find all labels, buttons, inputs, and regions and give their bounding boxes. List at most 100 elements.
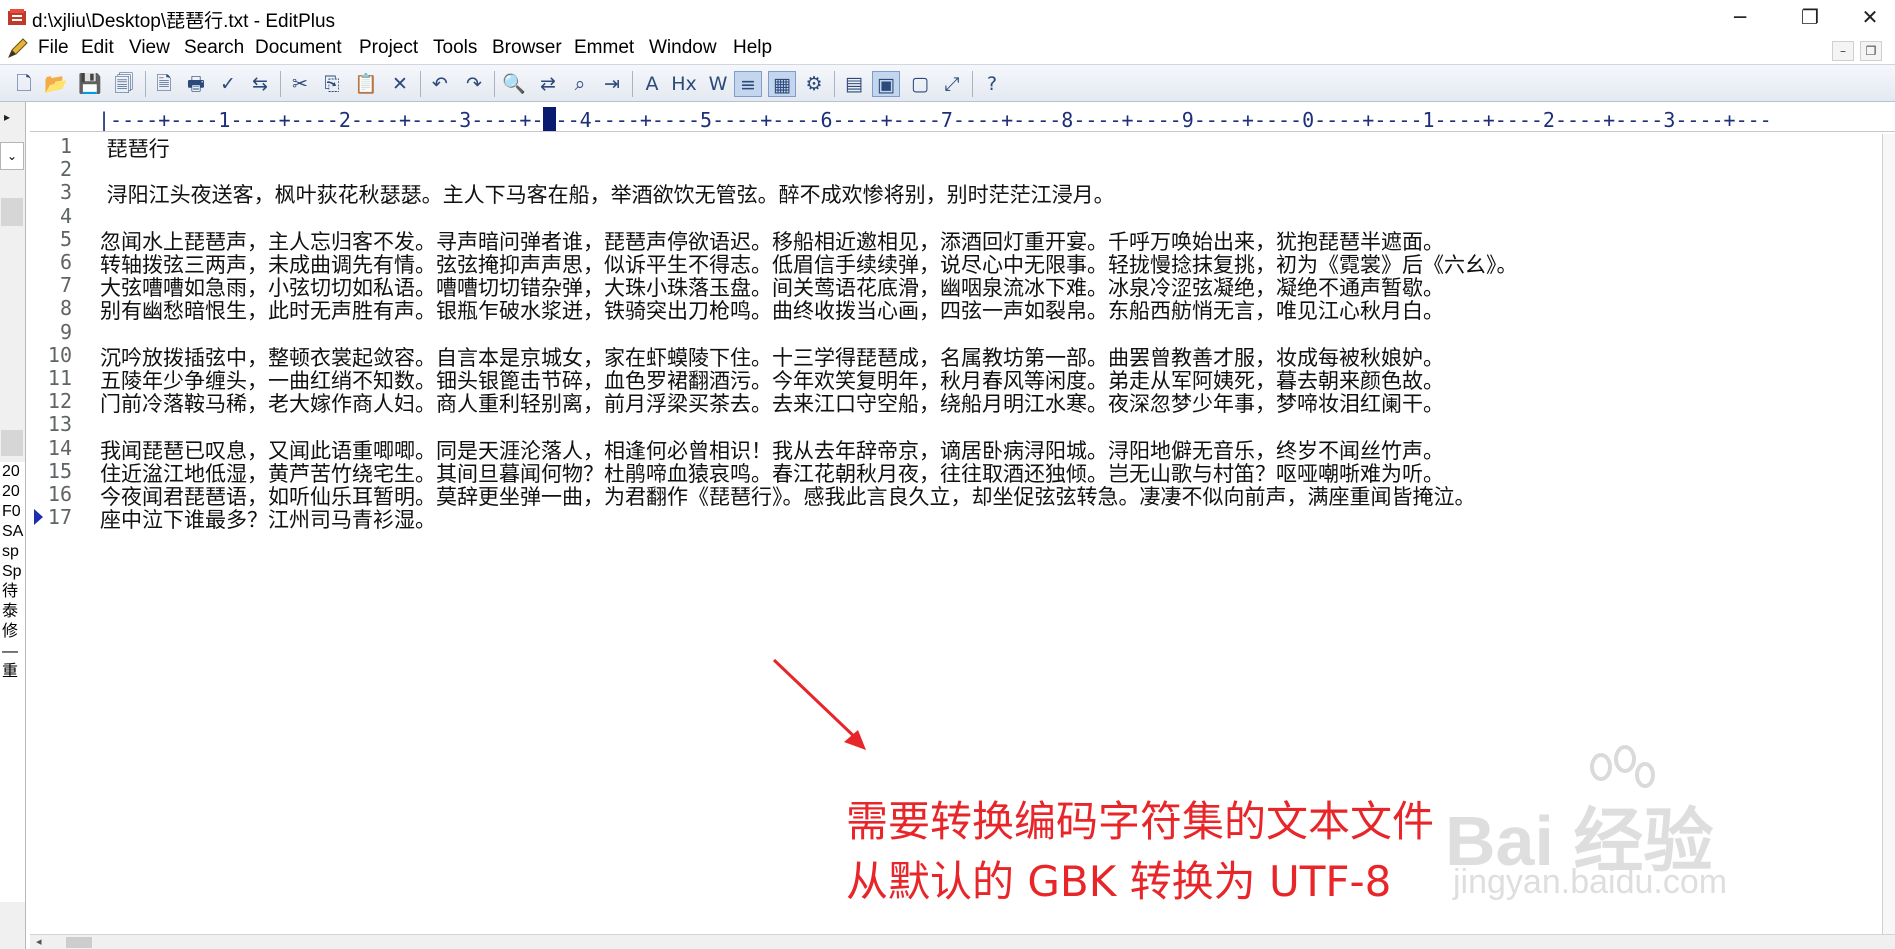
line-number: 10 (47, 342, 72, 367)
menu-project[interactable]: Project (359, 37, 418, 59)
toolbar-separator (280, 71, 281, 97)
line-number-icon[interactable]: ≡ (734, 71, 762, 97)
toolbar-separator (632, 71, 633, 97)
toolbar-separator (494, 71, 495, 97)
menu-file[interactable]: File (38, 37, 69, 59)
output-window-icon[interactable]: ▢ (906, 71, 934, 97)
menu-view[interactable]: View (129, 37, 170, 59)
file-list-item[interactable]: 泰 (0, 602, 25, 622)
find-icon[interactable]: 🔍 (500, 71, 528, 97)
menu-help[interactable]: Help (733, 37, 772, 59)
paste-icon[interactable]: 📋 (352, 71, 380, 97)
new-file-icon[interactable]: 🗋 (10, 71, 38, 97)
preferences-icon[interactable]: ⚙ (800, 71, 828, 97)
mdi-minimize-button[interactable]: – (1832, 41, 1854, 61)
maximize-button[interactable]: ❐ (1780, 0, 1840, 34)
save-icon[interactable]: 💾 (76, 71, 104, 97)
fullscreen-icon[interactable]: ⤢ (938, 71, 966, 97)
horizontal-scrollbar[interactable]: ◂ (30, 934, 1895, 949)
watermark-url: jingyan.baidu.com (1453, 863, 1728, 901)
file-list-item[interactable]: F0 (0, 502, 25, 522)
file-list-item[interactable]: 20 (0, 482, 25, 502)
column-ruler: |----+----1----+----2----+----3----+----… (30, 104, 1895, 132)
title-bar: d:\xjliu\Desktop\琵琶行.txt - EditPlus ─ ❐ … (0, 0, 1895, 34)
copy-icon[interactable]: ⎘ (318, 71, 346, 97)
mdi-restore-button[interactable]: ❐ (1860, 41, 1882, 61)
print-icon[interactable]: 🖶 (182, 71, 210, 97)
line-number: 9 (59, 319, 72, 344)
redo-icon[interactable]: ↷ (460, 71, 488, 97)
goto-line-icon[interactable]: ⇥ (598, 71, 626, 97)
expand-arrow-icon[interactable]: ▸ (4, 110, 10, 124)
close-button[interactable]: ✕ (1840, 0, 1895, 34)
ruler-icon[interactable]: ▦ (768, 71, 796, 97)
line-number: 16 (47, 482, 72, 506)
line-number: 3 (59, 180, 72, 205)
file-list-item[interactable]: — (0, 642, 25, 662)
hex-view-icon[interactable]: Hx (670, 71, 698, 97)
replace-icon[interactable]: ⇄ (534, 71, 562, 97)
line-number: 11 (47, 366, 72, 390)
text-line[interactable]: 琵琶行 (100, 133, 170, 163)
annotation-line-2: 从默认的 GBK 转换为 UTF-8 (846, 857, 1392, 906)
find-in-files-icon[interactable]: ⌕ (566, 71, 594, 97)
panel-scroll-thumb-lower[interactable] (1, 430, 23, 456)
save-all-icon[interactable]: 🗐 (110, 71, 138, 97)
spell-check-icon[interactable]: ✓ (214, 71, 242, 97)
directory-panel: ▸ ⌄ 20 20 F0 SA sp Sp 待 泰 修 — 重 (0, 102, 26, 949)
toolbar-separator (145, 71, 146, 97)
browser-view-icon[interactable]: ⇆ (246, 71, 274, 97)
text-line[interactable]: 别有幽愁暗恨生，此时无声胜有声。银瓶乍破水浆迸，铁骑突出刀枪鸣。曲终收拨当心画，… (100, 295, 1444, 325)
window-title: d:\xjliu\Desktop\琵琶行.txt - EditPlus (32, 11, 336, 32)
panel-scroll-thumb[interactable] (1, 198, 23, 226)
line-number: 4 (59, 203, 72, 228)
text-line[interactable]: 座中泣下谁最多？江州司马青衫湿。 (100, 504, 436, 534)
horizontal-scroll-thumb[interactable] (66, 937, 92, 948)
cut-icon[interactable]: ✂ (286, 71, 314, 97)
scroll-left-arrow-icon[interactable]: ◂ (36, 935, 42, 948)
file-list-item[interactable]: 20 (0, 462, 25, 482)
line-number: 7 (59, 273, 72, 298)
drive-dropdown[interactable]: ⌄ (0, 142, 24, 170)
annotation-arrow (772, 658, 866, 750)
menu-emmet[interactable]: Emmet (574, 37, 634, 59)
file-list-item[interactable]: Sp (0, 562, 25, 582)
line-number: 5 (59, 226, 72, 251)
file-list-item[interactable]: 重 (0, 662, 25, 682)
help-icon[interactable]: ? (978, 71, 1006, 97)
open-file-icon[interactable]: 📂 (42, 71, 70, 97)
menu-edit[interactable]: Edit (81, 37, 114, 59)
editplus-app-icon (8, 9, 26, 25)
line-number: 15 (47, 458, 72, 483)
text-line[interactable]: 门前冷落鞍马稀，老大嫁作商人妇。商人重利轻别离，前月浮梁买茶去。去来江口守空船，… (100, 388, 1444, 418)
file-list-item[interactable]: 待 (0, 582, 25, 602)
undo-icon[interactable]: ↶ (426, 71, 454, 97)
menu-window[interactable]: Window (649, 37, 717, 59)
file-list-item[interactable]: 修 (0, 622, 25, 642)
menu-document[interactable]: Document (255, 37, 342, 59)
print-preview-icon[interactable]: 🗎 (150, 71, 178, 97)
cliptext-window-icon[interactable]: ▣ (872, 71, 900, 97)
file-list: 20 20 F0 SA sp Sp 待 泰 修 — 重 (0, 462, 25, 902)
line-number: 1 (59, 134, 72, 158)
line-number: 13 (47, 412, 72, 437)
word-wrap-icon[interactable]: W (704, 71, 732, 97)
directory-window-icon[interactable]: ▤ (840, 71, 868, 97)
toolbar-separator (834, 71, 835, 97)
line-number: 6 (59, 250, 72, 274)
delete-icon[interactable]: ✕ (386, 71, 414, 97)
menu-search[interactable]: Search (184, 37, 244, 59)
baidu-watermark: Bai 经验 jingyan.baidu.com (1445, 745, 1885, 915)
text-line[interactable]: 浔阳江头夜送客，枫叶荻花秋瑟瑟。主人下马客在船，举酒欲饮无管弦。醉不成欢惨将别，… (100, 179, 1115, 209)
ruler-cursor-marker (543, 107, 556, 131)
file-list-item[interactable]: sp (0, 542, 25, 562)
minimize-button[interactable]: ─ (1710, 0, 1770, 34)
menu-tools[interactable]: Tools (433, 37, 477, 59)
line-number: 8 (59, 296, 72, 321)
annotation-line-1: 需要转换编码字符集的文本文件 (846, 797, 1435, 846)
line-number: 17 (47, 505, 72, 530)
file-list-item[interactable]: SA (0, 522, 25, 542)
menu-browser[interactable]: Browser (492, 37, 562, 59)
font-icon[interactable]: A (638, 71, 666, 97)
line-number: 12 (47, 389, 72, 414)
